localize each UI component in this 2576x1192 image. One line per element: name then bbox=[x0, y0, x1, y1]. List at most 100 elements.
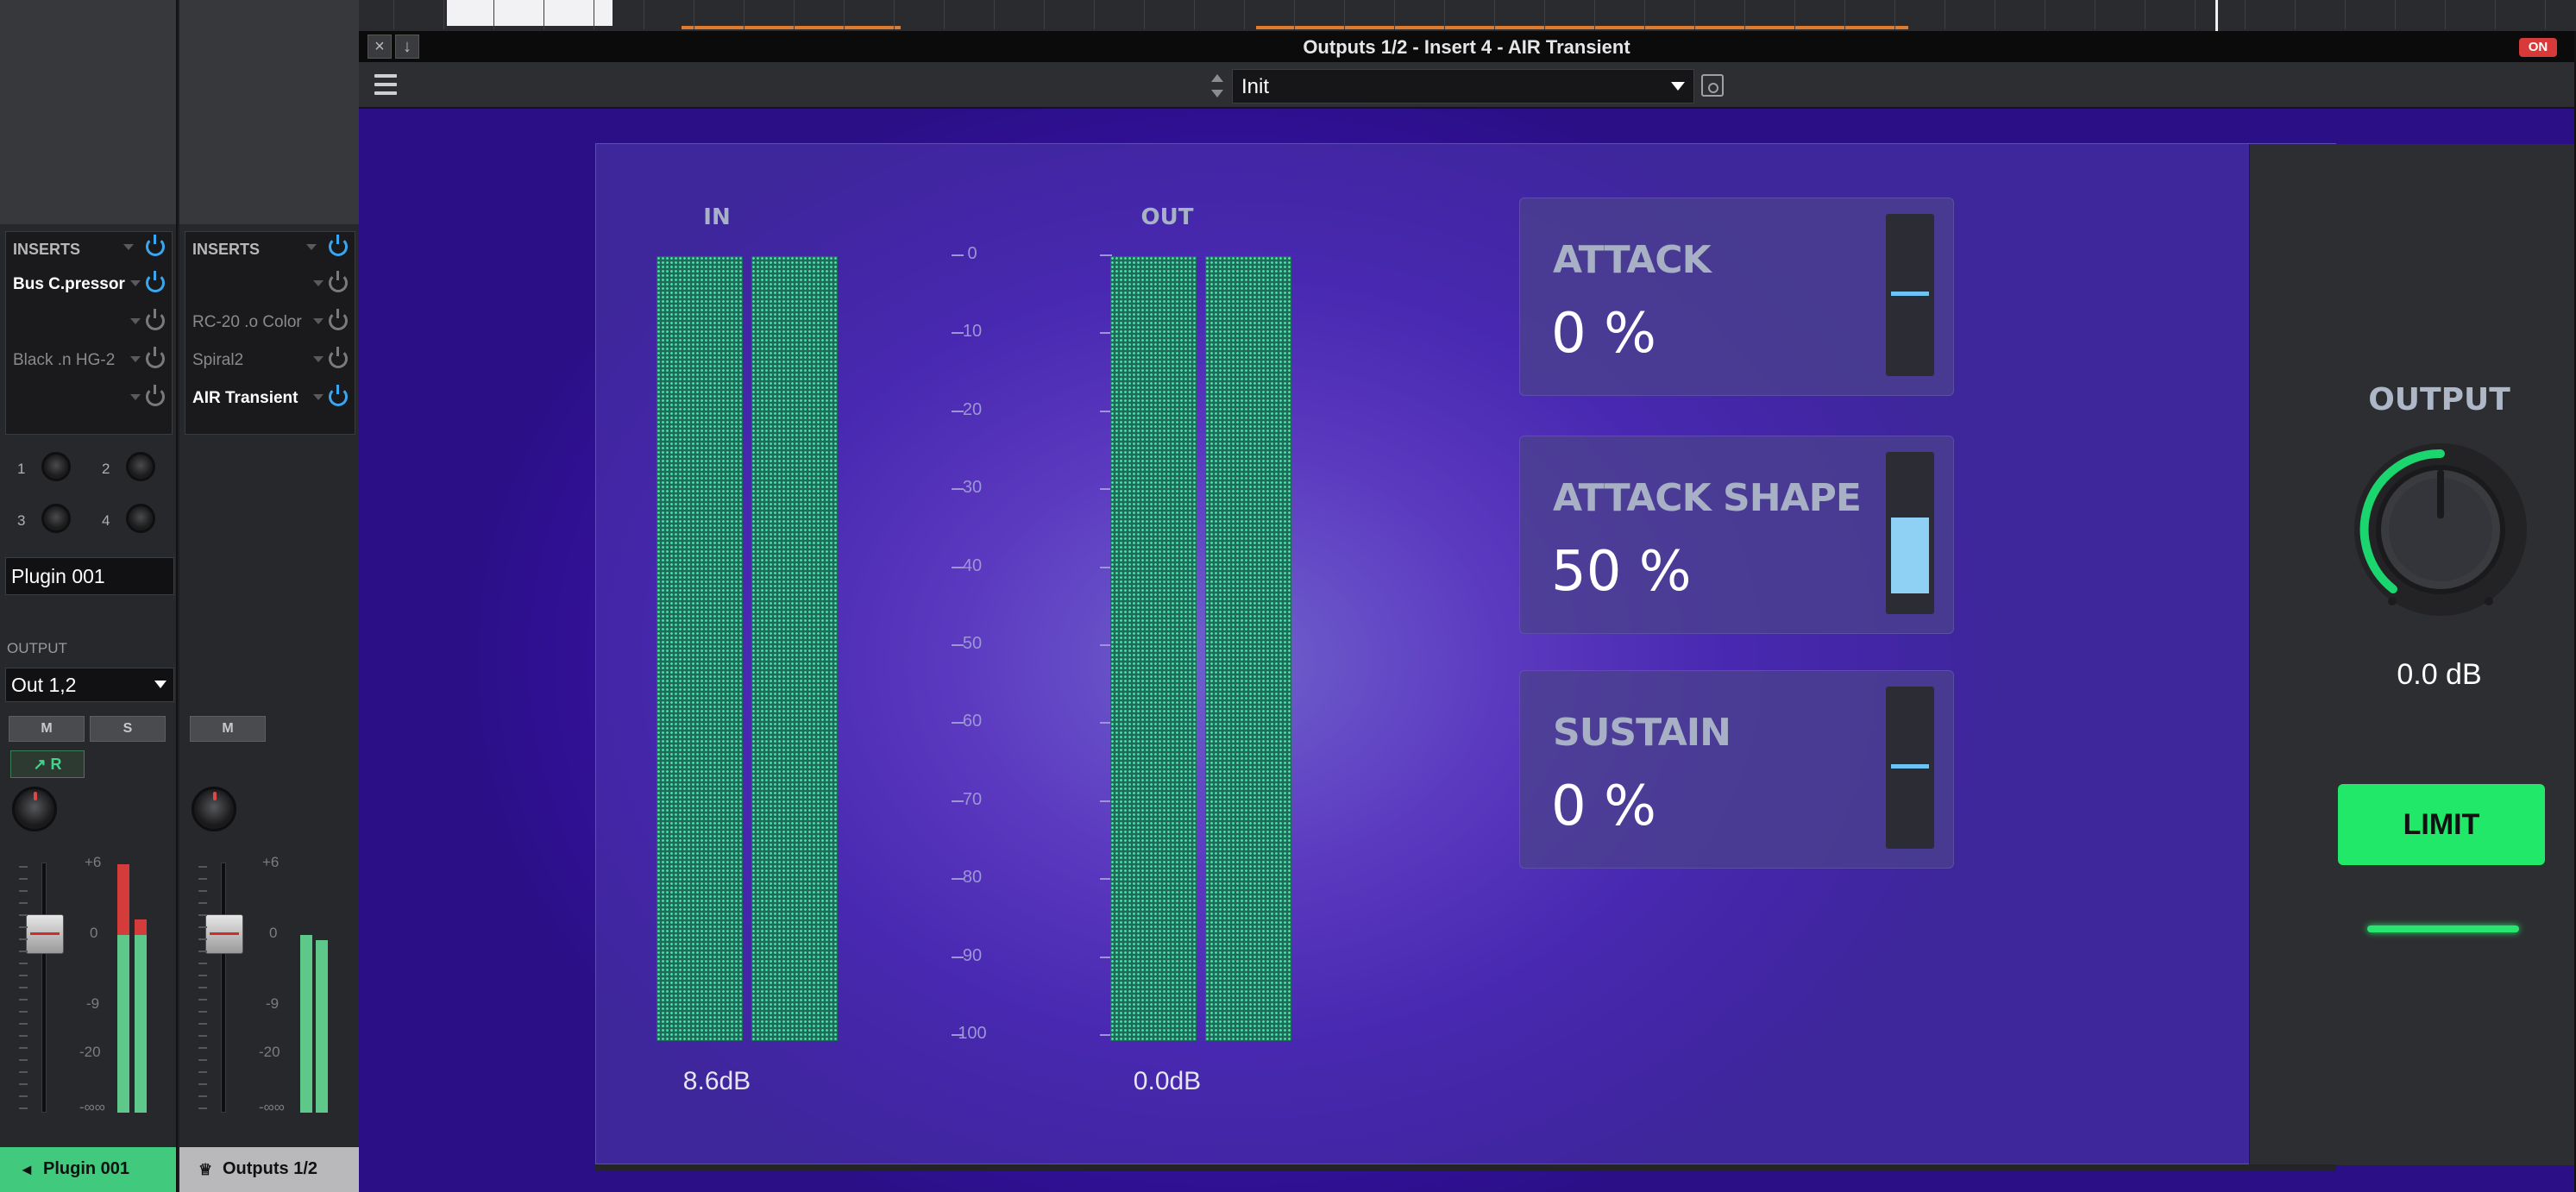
plugin-channel-icon: ◄ bbox=[19, 1161, 35, 1178]
insert-slot-4[interactable]: AIR Transient bbox=[185, 380, 355, 418]
pan-knob[interactable] bbox=[192, 787, 236, 831]
volume-fader[interactable] bbox=[26, 914, 64, 954]
chevron-down-icon[interactable] bbox=[313, 280, 324, 286]
volume-fader[interactable] bbox=[205, 914, 243, 954]
preset-select[interactable]: Init bbox=[1232, 69, 1694, 104]
attack-control[interactable]: ATTACK 0 % bbox=[1519, 198, 1954, 396]
power-icon[interactable] bbox=[329, 385, 348, 406]
fader-tick bbox=[198, 1083, 207, 1085]
input-meter-right bbox=[751, 256, 838, 1041]
chevron-down-icon[interactable] bbox=[130, 318, 141, 324]
power-icon[interactable] bbox=[146, 271, 165, 292]
timeline-gridline bbox=[2545, 0, 2546, 29]
output-gain-value[interactable]: 0.0 dB bbox=[2250, 658, 2574, 692]
plugin-on-toggle[interactable]: ON bbox=[2519, 38, 2557, 57]
timeline-gridline bbox=[2195, 0, 2196, 29]
fader-tick bbox=[19, 950, 28, 952]
fader-tick bbox=[19, 902, 28, 904]
timeline-gridline bbox=[1744, 0, 1745, 29]
db-scale-tick bbox=[952, 488, 964, 491]
power-icon[interactable] bbox=[146, 347, 165, 368]
fader-track[interactable] bbox=[41, 863, 47, 1113]
insert-slot-1[interactable] bbox=[185, 267, 355, 304]
output-channel-icon: ♕ bbox=[198, 1161, 213, 1178]
insert-slot-3[interactable]: Black .n HG-2 bbox=[6, 342, 172, 380]
attack-shape-control[interactable]: ATTACK SHAPE 50 % bbox=[1519, 436, 1954, 634]
fader-scale-label: -∞∞ bbox=[79, 1099, 105, 1115]
save-preset-icon[interactable] bbox=[1701, 74, 1724, 97]
fader-track[interactable] bbox=[221, 863, 226, 1113]
power-icon[interactable] bbox=[329, 347, 348, 368]
attack-shape-value[interactable]: 50 % bbox=[1551, 540, 1692, 604]
send-knob[interactable] bbox=[41, 504, 71, 533]
send-4[interactable]: 4 bbox=[90, 500, 167, 538]
send-1[interactable]: 1 bbox=[5, 449, 83, 486]
playhead[interactable] bbox=[2215, 0, 2218, 31]
output-select[interactable]: Out 1,2 bbox=[5, 668, 174, 702]
channel-name-tab[interactable]: ◄ Plugin 001 bbox=[0, 1147, 176, 1192]
output-meter-left bbox=[1110, 256, 1197, 1041]
inserts-power-icon[interactable] bbox=[329, 235, 348, 256]
chevron-down-icon[interactable] bbox=[313, 318, 324, 324]
timeline-gridline bbox=[1644, 0, 1645, 29]
arrangement-timeline[interactable] bbox=[359, 0, 2576, 31]
fader-scale-label: -20 bbox=[79, 1044, 101, 1060]
send-knob[interactable] bbox=[126, 452, 155, 481]
chevron-down-icon bbox=[154, 681, 166, 688]
timeline-gridline bbox=[1544, 0, 1545, 29]
insert-slot-1[interactable]: Bus C.pressor bbox=[6, 267, 172, 304]
level-meter-right-clip bbox=[135, 919, 147, 935]
insert-slot-4[interactable] bbox=[6, 380, 172, 418]
chevron-down-icon[interactable] bbox=[130, 394, 141, 400]
send-3[interactable]: 3 bbox=[5, 500, 83, 538]
mute-button[interactable]: M bbox=[190, 716, 266, 742]
fader-tick bbox=[198, 938, 207, 940]
timeline-gridline bbox=[1094, 0, 1095, 29]
power-icon[interactable] bbox=[146, 385, 165, 406]
send-knob[interactable] bbox=[126, 504, 155, 533]
timeline-gridline bbox=[1044, 0, 1045, 29]
mute-button[interactable]: M bbox=[9, 716, 85, 742]
read-automation-button[interactable]: ↗ R bbox=[10, 750, 85, 778]
preset-step-arrows-icon[interactable] bbox=[1208, 69, 1227, 104]
attack-shape-slider[interactable] bbox=[1886, 452, 1934, 614]
output-level-value: 0.0dB bbox=[1133, 1067, 1202, 1095]
chevron-down-icon[interactable] bbox=[130, 280, 141, 286]
pan-knob[interactable] bbox=[12, 787, 57, 831]
sustain-control[interactable]: SUSTAIN 0 % bbox=[1519, 670, 1954, 869]
sustain-slider[interactable] bbox=[1886, 687, 1934, 849]
power-icon[interactable] bbox=[329, 309, 348, 330]
inserts-menu-arrow-icon[interactable] bbox=[123, 244, 134, 250]
fader-tick bbox=[19, 999, 28, 1001]
chevron-down-icon[interactable] bbox=[313, 394, 324, 400]
chevron-down-icon[interactable] bbox=[313, 356, 324, 362]
db-scale-tick bbox=[952, 722, 964, 725]
inserts-power-icon[interactable] bbox=[146, 235, 165, 256]
fader-tick bbox=[198, 987, 207, 988]
power-icon[interactable] bbox=[146, 309, 165, 330]
solo-button[interactable]: S bbox=[90, 716, 166, 742]
insert-slot-3[interactable]: Spiral2 bbox=[185, 342, 355, 380]
send-knob[interactable] bbox=[41, 452, 71, 481]
attack-slider[interactable] bbox=[1886, 214, 1934, 376]
channel-name-tab[interactable]: ♕ Outputs 1/2 bbox=[179, 1147, 359, 1192]
menu-icon[interactable] bbox=[374, 74, 397, 95]
timeline-gridline bbox=[894, 0, 895, 29]
timeline-clip[interactable] bbox=[447, 0, 613, 26]
chevron-down-icon[interactable] bbox=[130, 356, 141, 362]
inserts-menu-arrow-icon[interactable] bbox=[306, 244, 317, 250]
window-title: Outputs 1/2 - Insert 4 - AIR Transient bbox=[1303, 36, 1630, 58]
send-2[interactable]: 2 bbox=[90, 449, 167, 486]
insert-slot-2[interactable]: RC-20 .o Color bbox=[185, 304, 355, 342]
timeline-gridline bbox=[844, 0, 845, 29]
sustain-value[interactable]: 0 % bbox=[1551, 775, 1656, 838]
channel-name-field[interactable]: Plugin 001 bbox=[5, 557, 174, 595]
window-titlebar[interactable]: × ↓ Outputs 1/2 - Insert 4 - AIR Transie… bbox=[359, 31, 2574, 62]
output-gain-knob[interactable] bbox=[2352, 441, 2529, 618]
output-title: OUTPUT bbox=[2368, 382, 2510, 417]
insert-slot-2[interactable] bbox=[6, 304, 172, 342]
attack-value[interactable]: 0 % bbox=[1551, 302, 1656, 366]
attack-shape-label: ATTACK SHAPE bbox=[1553, 476, 1862, 520]
power-icon[interactable] bbox=[329, 271, 348, 292]
limit-button[interactable]: LIMIT bbox=[2338, 784, 2545, 865]
